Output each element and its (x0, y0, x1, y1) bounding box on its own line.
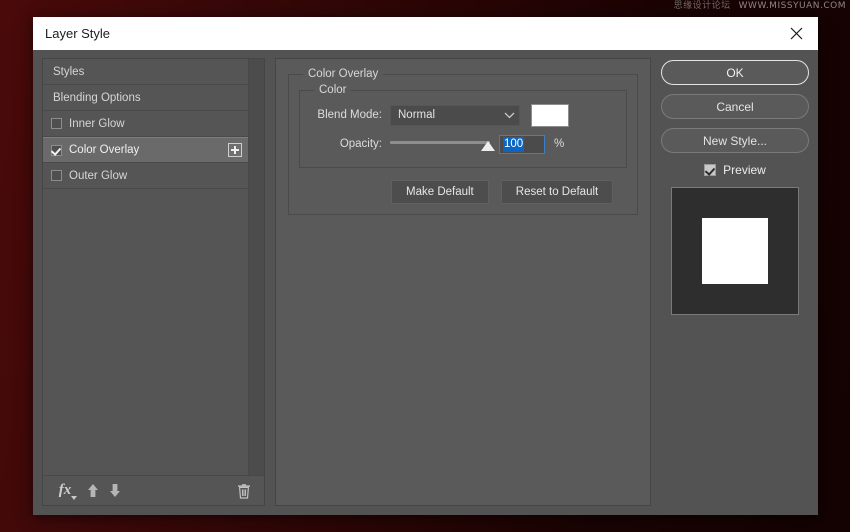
reset-to-default-button[interactable]: Reset to Default (501, 180, 613, 204)
preview-toggle[interactable]: Preview (661, 163, 809, 177)
sidebar-item-label: Outer Glow (69, 170, 127, 182)
inner-glow-checkbox[interactable] (51, 118, 62, 129)
sidebar-item-label: Styles (53, 66, 84, 78)
arrow-down-icon (108, 483, 122, 498)
trash-icon (237, 483, 251, 499)
styles-list: Styles Blending Options Inner Glow Color… (43, 59, 248, 475)
preview-shape (702, 218, 768, 284)
opacity-slider[interactable] (390, 134, 490, 154)
dialog-title: Layer Style (45, 26, 110, 41)
color-overlay-checkbox[interactable] (51, 145, 62, 156)
move-down-button[interactable] (104, 480, 126, 502)
color-subgroup-title: Color (314, 84, 351, 96)
preview-label: Preview (723, 163, 766, 177)
make-default-button[interactable]: Make Default (391, 180, 489, 204)
watermark-url: WWW.MISSYUAN.COM (739, 1, 846, 12)
styles-list-panel: Styles Blending Options Inner Glow Color… (42, 58, 265, 506)
layer-style-dialog: Layer Style Styles Blending Options (33, 17, 818, 515)
dialog-titlebar: Layer Style (33, 17, 818, 50)
blend-mode-label: Blend Mode: (310, 109, 390, 121)
blend-mode-row: Blend Mode: Normal (310, 102, 616, 128)
ok-button[interactable]: OK (661, 60, 809, 85)
fx-label: fx (59, 482, 72, 499)
sidebar-item-blending-options[interactable]: Blending Options (43, 85, 248, 111)
opacity-input-value: 100 (503, 137, 524, 152)
overlay-color-swatch[interactable] (531, 104, 569, 127)
opacity-label: Opacity: (310, 138, 390, 150)
dialog-actions-column: OK Cancel New Style... Preview (661, 58, 809, 506)
blend-mode-select[interactable]: Normal (390, 105, 520, 126)
opacity-slider-track (390, 141, 490, 144)
blend-mode-value: Normal (398, 109, 503, 121)
sidebar-item-label: Color Overlay (69, 144, 139, 156)
sidebar-item-label: Blending Options (53, 92, 141, 104)
sidebar-item-inner-glow[interactable]: Inner Glow (43, 111, 248, 137)
watermark: 思缘设计论坛 WWW.MISSYUAN.COM (674, 1, 846, 12)
arrow-up-icon (86, 483, 100, 498)
outer-glow-checkbox[interactable] (51, 170, 62, 181)
sidebar-item-outer-glow[interactable]: Outer Glow (43, 163, 248, 189)
opacity-slider-thumb[interactable] (481, 141, 495, 151)
opacity-percent-sign: % (554, 138, 564, 150)
default-buttons-row: Make Default Reset to Default (299, 180, 627, 204)
preview-checkbox[interactable] (704, 164, 716, 176)
color-subgroup: Color Blend Mode: Normal (299, 84, 627, 168)
sidebar-item-styles[interactable]: Styles (43, 59, 248, 85)
sidebar-item-color-overlay[interactable]: Color Overlay (43, 137, 248, 163)
opacity-input[interactable]: 100 (499, 135, 545, 154)
move-up-button[interactable] (82, 480, 104, 502)
chevron-down-icon (503, 109, 515, 121)
close-icon (790, 27, 803, 40)
cancel-button[interactable]: Cancel (661, 94, 809, 119)
color-overlay-group-title: Color Overlay (303, 68, 383, 80)
close-button[interactable] (774, 17, 818, 50)
sidebar-item-label: Inner Glow (69, 118, 125, 130)
watermark-cn-text: 思缘设计论坛 (674, 1, 731, 12)
add-effect-plus-icon[interactable] (228, 143, 242, 157)
fx-icon[interactable]: fx (54, 480, 76, 502)
styles-list-scrollbar[interactable] (248, 59, 264, 475)
color-overlay-options-panel: Color Overlay Color Blend Mode: Normal (275, 58, 651, 506)
color-overlay-group: Color Overlay Color Blend Mode: Normal (288, 68, 638, 215)
dialog-body: Styles Blending Options Inner Glow Color… (33, 50, 818, 515)
style-preview-thumbnail (671, 187, 799, 315)
delete-effect-button[interactable] (233, 480, 255, 502)
options-empty-area (288, 215, 638, 493)
styles-list-wrap: Styles Blending Options Inner Glow Color… (43, 59, 264, 475)
opacity-row: Opacity: 100 % (310, 131, 616, 157)
new-style-button[interactable]: New Style... (661, 128, 809, 153)
styles-list-empty-area (43, 189, 248, 475)
styles-list-toolbar: fx (43, 475, 264, 505)
